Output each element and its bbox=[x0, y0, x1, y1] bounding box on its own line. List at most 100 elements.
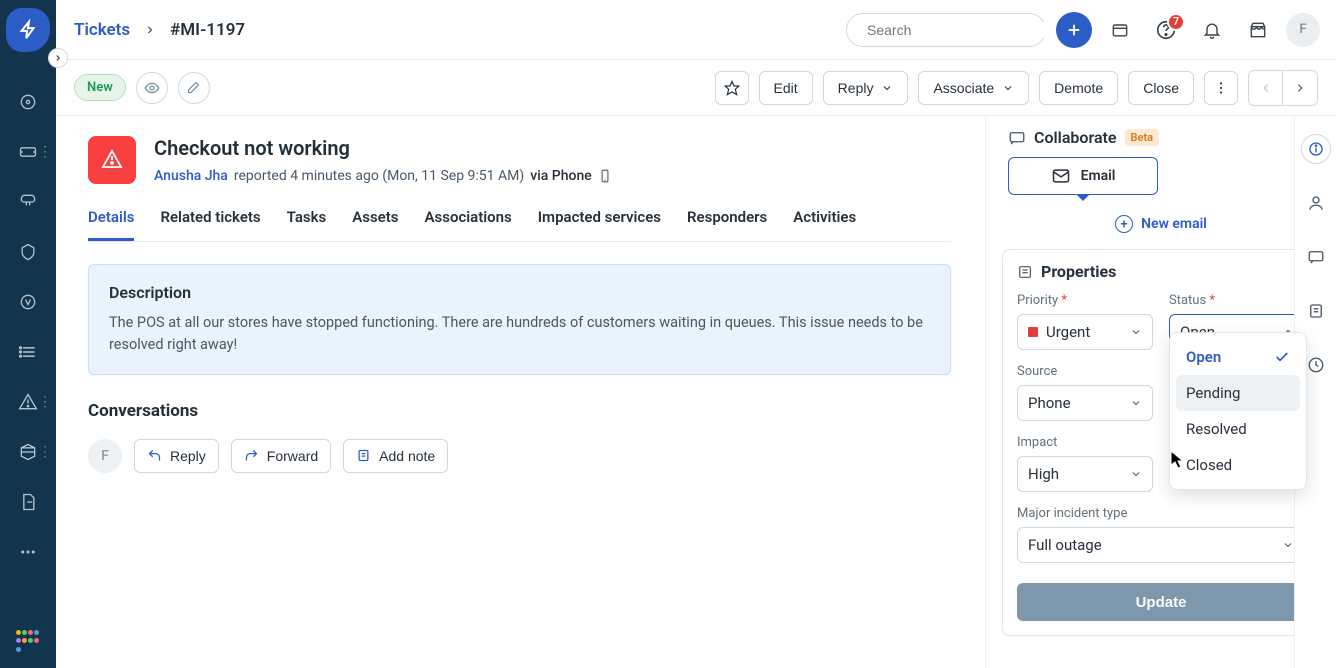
major-incident-type-label: Major incident type bbox=[1017, 506, 1305, 521]
pager-next[interactable] bbox=[1283, 71, 1317, 105]
nav-reports[interactable] bbox=[0, 490, 56, 514]
ticket-status-pill: New bbox=[74, 74, 126, 101]
conversation-reply-button[interactable]: Reply bbox=[134, 439, 219, 473]
app-switcher[interactable] bbox=[16, 630, 40, 654]
conversation-add-note-button[interactable]: Add note bbox=[343, 439, 448, 473]
global-search[interactable] bbox=[846, 13, 1046, 47]
collaborate-heading: Collaborate bbox=[1034, 128, 1117, 147]
watch-icon[interactable] bbox=[136, 72, 168, 104]
conversation-avatar: F bbox=[88, 439, 122, 473]
rail-expand-toggle[interactable] bbox=[48, 48, 68, 68]
reply-icon bbox=[147, 448, 162, 463]
tab-details[interactable]: Details bbox=[88, 198, 134, 241]
nav-assets[interactable]: ⋮ bbox=[0, 440, 56, 464]
description-card: Description The POS at all our stores ha… bbox=[88, 264, 951, 375]
chat-icon[interactable] bbox=[1301, 242, 1331, 272]
help-icon[interactable]: 7 bbox=[1148, 12, 1184, 48]
reply-button[interactable]: Reply bbox=[823, 71, 909, 105]
nav-releases[interactable] bbox=[0, 290, 56, 314]
tabs: Details Related tickets Tasks Assets Ass… bbox=[88, 198, 951, 242]
notes-icon[interactable] bbox=[1301, 296, 1331, 326]
topbar: Tickets #MI-1197 7 F bbox=[56, 0, 1336, 60]
status-dropdown: Open Pending Resolved Closed bbox=[1169, 332, 1307, 490]
tab-related-tickets[interactable]: Related tickets bbox=[160, 198, 260, 241]
mail-icon bbox=[1051, 166, 1071, 186]
nav-alerts[interactable]: ⋮ bbox=[0, 390, 56, 414]
update-button[interactable]: Update bbox=[1017, 583, 1305, 621]
reporter-link[interactable]: Anusha Jha bbox=[154, 168, 228, 184]
left-nav-rail: ⋮ ⋮ ⋮ bbox=[0, 0, 56, 668]
properties-heading: Properties bbox=[1041, 262, 1116, 281]
nav-list[interactable] bbox=[0, 340, 56, 364]
marketplace-icon[interactable] bbox=[1240, 12, 1276, 48]
source-select[interactable]: Phone bbox=[1017, 385, 1153, 421]
source-label: Source bbox=[1017, 364, 1153, 379]
beta-badge: Beta bbox=[1125, 129, 1160, 146]
collaborate-icon bbox=[1008, 129, 1026, 147]
breadcrumb-ticket-id: #MI-1197 bbox=[170, 20, 245, 40]
tab-tasks[interactable]: Tasks bbox=[287, 198, 327, 241]
edit-inline-icon[interactable] bbox=[178, 72, 210, 104]
ticket-title: Checkout not working bbox=[154, 136, 612, 160]
conversation-forward-button[interactable]: Forward bbox=[231, 439, 331, 473]
via-label: via Phone bbox=[530, 168, 592, 184]
star-button[interactable] bbox=[715, 71, 749, 105]
priority-label: Priority * bbox=[1017, 293, 1153, 308]
demote-button[interactable]: Demote bbox=[1039, 71, 1118, 105]
pager-prev[interactable] bbox=[1249, 71, 1283, 105]
impact-label: Impact bbox=[1017, 435, 1153, 450]
nav-more[interactable] bbox=[0, 540, 56, 564]
status-label: Status * bbox=[1169, 293, 1305, 308]
pager bbox=[1248, 70, 1318, 106]
tab-responders[interactable]: Responders bbox=[687, 198, 767, 241]
properties-icon bbox=[1017, 264, 1033, 280]
info-icon[interactable] bbox=[1301, 134, 1331, 164]
nav-changes[interactable] bbox=[0, 240, 56, 264]
tab-impacted-services[interactable]: Impacted services bbox=[538, 198, 661, 241]
description-body: The POS at all our stores have stopped f… bbox=[109, 312, 930, 356]
status-option-open[interactable]: Open bbox=[1176, 339, 1300, 375]
help-badge: 7 bbox=[1167, 13, 1185, 31]
edit-button[interactable]: Edit bbox=[759, 71, 813, 105]
person-icon[interactable] bbox=[1301, 188, 1331, 218]
mouse-cursor bbox=[1170, 450, 1186, 470]
breadcrumb: Tickets #MI-1197 bbox=[74, 20, 245, 40]
catalog-icon[interactable] bbox=[1102, 12, 1138, 48]
email-channel-button[interactable]: Email bbox=[1008, 157, 1158, 195]
more-actions-button[interactable] bbox=[1204, 71, 1238, 105]
tab-activities[interactable]: Activities bbox=[793, 198, 856, 241]
reported-time: reported 4 minutes ago (Mon, 11 Sep 9:51… bbox=[234, 168, 524, 184]
nav-dashboard[interactable] bbox=[0, 90, 56, 114]
action-bar: New Edit Reply Associate Demote Close bbox=[56, 60, 1336, 116]
phone-device-icon bbox=[598, 169, 612, 183]
user-avatar[interactable]: F bbox=[1286, 13, 1320, 47]
impact-select[interactable]: High bbox=[1017, 456, 1153, 492]
search-input[interactable] bbox=[867, 22, 1048, 38]
major-incident-type-select[interactable]: Full outage bbox=[1017, 527, 1305, 563]
note-icon bbox=[356, 448, 371, 463]
priority-select[interactable]: Urgent bbox=[1017, 314, 1153, 350]
associate-button[interactable]: Associate bbox=[918, 71, 1029, 105]
bell-icon[interactable] bbox=[1194, 12, 1230, 48]
status-option-closed[interactable]: Closed bbox=[1176, 447, 1300, 483]
status-option-resolved[interactable]: Resolved bbox=[1176, 411, 1300, 447]
chevron-right-icon bbox=[144, 24, 156, 36]
tab-associations[interactable]: Associations bbox=[425, 198, 512, 241]
app-logo[interactable] bbox=[6, 8, 50, 52]
description-heading: Description bbox=[109, 283, 930, 302]
tab-assets[interactable]: Assets bbox=[352, 198, 398, 241]
new-email-link[interactable]: + New email bbox=[1002, 215, 1320, 233]
right-panel: Collaborate Beta Email + New email bbox=[986, 116, 1336, 668]
properties-card: Properties Priority * Urgent bbox=[1002, 249, 1320, 636]
priority-flag-icon bbox=[1028, 327, 1038, 337]
new-button[interactable] bbox=[1056, 12, 1092, 48]
breadcrumb-root[interactable]: Tickets bbox=[74, 20, 130, 40]
nav-tickets[interactable]: ⋮ bbox=[0, 140, 56, 164]
nav-problems[interactable] bbox=[0, 190, 56, 214]
status-option-pending[interactable]: Pending bbox=[1176, 375, 1300, 411]
conversations-heading: Conversations bbox=[88, 401, 951, 421]
ticket-type-icon bbox=[88, 136, 136, 184]
close-button[interactable]: Close bbox=[1128, 71, 1194, 105]
plus-circle-icon: + bbox=[1115, 215, 1133, 233]
forward-icon bbox=[244, 448, 259, 463]
